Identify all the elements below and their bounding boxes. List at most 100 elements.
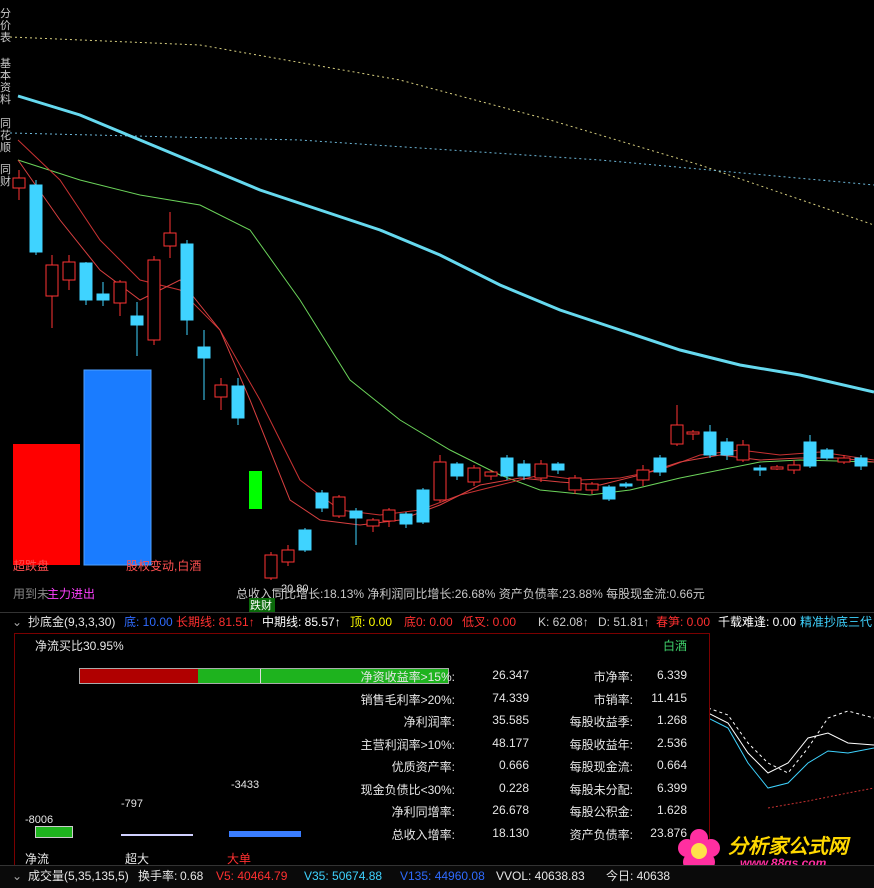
red-block — [13, 444, 80, 565]
flow-net-bar — [35, 826, 73, 838]
metric-value: 1.628 — [656, 803, 687, 817]
vvol-value: VVOL: 40638.83 — [496, 869, 585, 883]
volume-indicator-name[interactable]: 成交量(5,35,135,5) — [28, 866, 129, 886]
today-volume: 今日: 40638 — [606, 869, 671, 883]
metric-label: 每股收益年: — [569, 737, 633, 752]
metric-label: 每股收益季: — [569, 715, 633, 729]
candle-body — [686, 431, 700, 435]
candle-body — [147, 259, 161, 341]
candle-body — [619, 483, 633, 487]
candle-body — [298, 529, 312, 551]
green-block — [249, 471, 262, 509]
indicator-item: 底: 10.00 — [124, 615, 173, 629]
candle-body — [366, 519, 380, 527]
metric-label: 主营利润率>10%: — [360, 737, 455, 752]
candle-body — [382, 509, 396, 522]
volume-indicator-bar: ⌄ 成交量(5,35,135,5) 换手率: 0.68 V5: 40464.79… — [0, 865, 874, 888]
side-tab-basic-info[interactable]: 基本资料 — [0, 58, 12, 106]
metric-label: 净利同增率: — [391, 805, 455, 819]
flow-super-value: -797 — [121, 798, 144, 810]
candle-body — [163, 232, 177, 247]
candle-body — [837, 457, 851, 463]
candle-body — [281, 549, 295, 563]
turnover-label: 换手率: — [138, 869, 178, 883]
flow-big-bar — [229, 831, 301, 837]
metric-label: 资产负债率: — [569, 827, 633, 842]
candle-body — [332, 496, 346, 517]
candle-body — [787, 464, 801, 471]
v35-value: V35: 50674.88 — [304, 869, 383, 883]
indicator-toggle-icon[interactable]: ⌄ — [12, 613, 22, 632]
candle-body — [467, 467, 481, 483]
sector-label[interactable]: 白酒 — [663, 637, 687, 654]
candle-body — [214, 384, 228, 398]
metric-label: 总收入增率: — [391, 827, 455, 842]
ma-long-line — [17, 94, 874, 394]
indicator-item: 精准抄底三代 — [800, 615, 873, 629]
candle-body — [484, 471, 498, 477]
metric-label: 每股现金流: — [569, 760, 633, 774]
candle-body — [517, 463, 531, 477]
turnover-value: 0.68 — [180, 869, 204, 883]
buy-label: 用到未 — [13, 587, 49, 601]
metric-label: 优质资产率: — [391, 760, 455, 774]
candle-body — [45, 264, 59, 297]
candle-body — [820, 449, 834, 459]
candle-body — [29, 184, 43, 253]
metric-value: 0.228 — [498, 780, 529, 795]
v135-value: V135: 44960.08 — [400, 869, 485, 883]
candle-body — [113, 281, 127, 304]
metric-value: 1.268 — [656, 713, 687, 727]
indicator-item: 底0: 0.00 — [404, 615, 453, 629]
candle-body — [703, 431, 717, 456]
indicator-item: 顶: 0.00 — [350, 615, 393, 629]
metric-label: 现金负债比<30%: — [360, 782, 455, 797]
candle-body — [264, 554, 278, 579]
side-tab-finance[interactable]: 同财 — [0, 164, 12, 188]
metric-value: 26.678 — [492, 803, 529, 817]
candle-body — [500, 457, 514, 477]
main-force-label: 主力进出 — [47, 587, 95, 601]
candle-body — [416, 489, 430, 523]
flow-net-value: -8006 — [25, 814, 54, 826]
flow-big-value: -3433 — [231, 779, 260, 791]
metric-label: 净资收益率>15%: — [360, 670, 455, 684]
ma-dotted-yellow — [9, 36, 874, 226]
metric-label: 每股公积金: — [569, 805, 633, 819]
candle-body — [349, 510, 363, 519]
indicator-item: 春笋: 0.00 — [656, 615, 711, 629]
candle-body — [315, 492, 329, 509]
metric-label: 市净率: — [593, 670, 633, 684]
metric-value: 74.339 — [492, 690, 529, 705]
metric-label: 销售毛利率>20%: — [360, 692, 455, 707]
indicator-item: 中期线: 85.57↑ — [262, 615, 341, 629]
candle-body — [551, 463, 565, 471]
candle-body — [720, 441, 734, 456]
metric-value: 35.585 — [492, 713, 529, 727]
metric-value: 11.415 — [651, 690, 687, 705]
candle-body — [79, 262, 93, 301]
oversold-label: 超跌盘 — [13, 558, 49, 573]
indicator-name[interactable]: 抄底金(9,3,3,30) — [28, 613, 115, 632]
net-flow-ratio: 净流买比30.95% — [35, 639, 124, 653]
blue-block — [83, 369, 152, 566]
metric-label: 每股未分配: — [569, 782, 633, 797]
overlay-stats: 总收入同比增长:18.13% 净利润同比增长:26.68% 资产负债率:23.8… — [236, 586, 705, 601]
metric-value: 0.666 — [498, 758, 529, 772]
side-tab-price-table[interactable]: 分价表 — [0, 8, 12, 44]
candle-body — [231, 385, 245, 419]
candle-body — [636, 469, 650, 481]
candle-body — [62, 261, 76, 281]
candle-body — [180, 243, 194, 321]
metric-label: 净利润率: — [403, 715, 455, 729]
metric-value: 48.177 — [492, 735, 529, 750]
volume-toggle-icon[interactable]: ⌄ — [12, 866, 22, 886]
candle-body — [197, 346, 211, 359]
main-candlestick-chart[interactable]: ←20.80 用到未 主力进出 超跌盘 股权变动,白酒 总收入同比增长:18.1… — [0, 0, 874, 612]
candle-body — [12, 177, 26, 189]
side-tab-ths[interactable]: 同花顺 — [0, 118, 12, 154]
indicator-item: 千载难逢: 0.00 — [718, 615, 797, 629]
fundamentals-panel: 净流买比30.95% 白酒 净资收益率>15%: 26.347 销售毛利率>20%:… — [14, 633, 710, 867]
event-label: 股权变动,白酒 — [126, 558, 201, 573]
flow-super-bar — [121, 834, 193, 836]
